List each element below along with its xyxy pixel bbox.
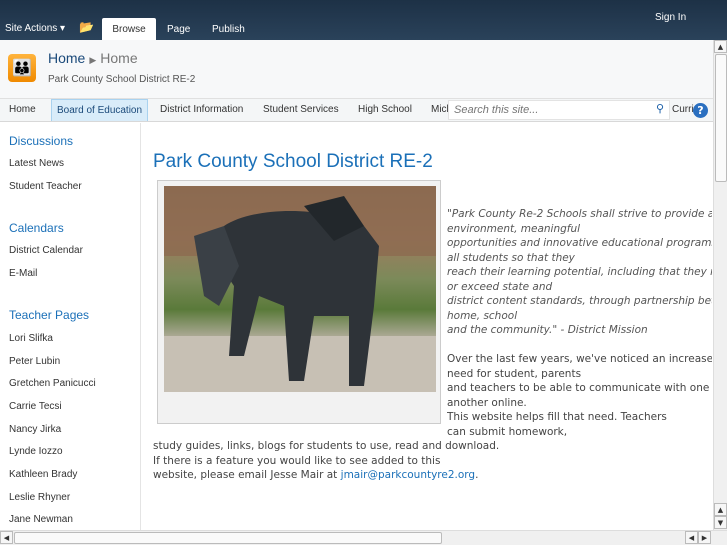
sidebar-item[interactable]: E-Mail <box>9 268 37 279</box>
body-text: Over the last few years, we've noticed a… <box>447 352 712 439</box>
nav-high-school[interactable]: High School <box>353 99 417 121</box>
vertical-scrollbar[interactable]: ▲ ▲ ▼ <box>713 40 727 530</box>
left-sidebar: Discussions Latest News Student Teacher … <box>0 123 141 530</box>
page-title: Park County School District RE-2 <box>153 151 433 172</box>
body-line: Over the last few years, we've noticed a… <box>447 353 712 365</box>
mission-line: reach their learning potential, includin… <box>447 266 712 278</box>
site-name: Park County School District RE-2 <box>48 74 196 85</box>
tab-page[interactable]: Page <box>167 24 190 35</box>
body-text-continued: study guides, links, blogs for students … <box>153 439 653 483</box>
scroll-right-icon[interactable]: ▶ <box>698 531 711 544</box>
district-mission-quote: "Park County Re-2 Schools shall strive t… <box>447 207 712 338</box>
sidebar-item[interactable]: Jane Newman <box>9 514 73 525</box>
sidebar-heading-teacher-pages[interactable]: Teacher Pages <box>9 308 89 322</box>
search-input[interactable] <box>448 100 670 120</box>
site-actions-label: Site Actions <box>5 23 58 34</box>
contact-line: website, please email Jesse Mair at jmai… <box>153 468 653 483</box>
sidebar-item[interactable]: Lynde Iozzo <box>9 446 63 457</box>
breadcrumb-home[interactable]: Home <box>48 50 85 66</box>
sidebar-item[interactable]: Carrie Tecsi <box>9 401 62 412</box>
scroll-left-icon[interactable]: ◀ <box>685 531 698 544</box>
sign-in-link[interactable]: Sign In <box>655 12 686 23</box>
mission-line: opportunities and innovative educational… <box>447 237 712 249</box>
body-line: can submit homework, <box>447 425 568 438</box>
body-line: another online. <box>447 396 527 409</box>
nav-student-services[interactable]: Student Services <box>258 99 344 121</box>
site-actions-menu[interactable]: Site Actions ▾ <box>5 23 65 34</box>
sidebar-item[interactable]: Leslie Rhyner <box>9 492 70 503</box>
site-logo-icon[interactable]: 👪 <box>8 54 36 82</box>
breadcrumb-current: Home <box>100 50 138 66</box>
site-header <box>0 40 713 98</box>
help-icon[interactable]: ? <box>693 103 708 118</box>
tab-publish[interactable]: Publish <box>212 24 245 35</box>
breadcrumb: Home ▶ Home <box>48 50 138 66</box>
scroll-up-icon[interactable]: ▲ <box>714 40 727 53</box>
sidebar-item[interactable]: Latest News <box>9 158 64 169</box>
body-line: study guides, links, blogs for students … <box>153 440 500 452</box>
sidebar-item[interactable]: Gretchen Panicucci <box>9 378 96 389</box>
horizontal-scroll-thumb[interactable] <box>14 532 442 544</box>
sidebar-item[interactable]: Peter Lubin <box>9 356 60 367</box>
search-icon[interactable]: ⚲ <box>656 102 664 115</box>
nav-board-of-education[interactable]: Board of Education <box>51 99 149 121</box>
body-line: This website helps fill that need. Teach… <box>447 411 667 423</box>
nav-district-information[interactable]: District Information <box>155 99 248 121</box>
sidebar-item[interactable]: Student Teacher <box>9 181 82 192</box>
nav-home[interactable]: Home <box>4 99 41 121</box>
sidebar-item[interactable]: Nancy Jirka <box>9 424 61 435</box>
mission-line: and the community." - District Mission <box>447 324 648 336</box>
mission-line: all students so that they <box>447 251 575 264</box>
vertical-scroll-thumb[interactable] <box>715 54 727 182</box>
donkey-statue-illustration <box>164 186 436 392</box>
mission-line: environment, meaningful <box>447 222 581 235</box>
body-line: If there is a feature you would like to … <box>153 454 441 467</box>
horizontal-scrollbar[interactable]: ◀ ◀ ▶ <box>0 530 727 545</box>
ribbon-bar: Site Actions ▾ 📂 Browse Page Publish Sig… <box>0 0 727 41</box>
contact-suffix: . <box>475 469 479 481</box>
scroll-up-icon[interactable]: ▲ <box>714 503 727 516</box>
mission-line: or exceed state and <box>447 280 553 293</box>
mission-line: home, school <box>447 309 518 322</box>
sidebar-heading-discussions[interactable]: Discussions <box>9 134 73 148</box>
breadcrumb-arrow-icon: ▶ <box>89 55 97 65</box>
mission-line: district content standards, through part… <box>447 295 712 307</box>
sidebar-item[interactable]: District Calendar <box>9 245 83 256</box>
email-link[interactable]: jmair@parkcountyre2.org <box>341 469 475 481</box>
sidebar-item[interactable]: Lori Slifka <box>9 333 53 344</box>
scroll-left-icon[interactable]: ◀ <box>0 531 13 544</box>
mission-line: "Park County Re-2 Schools shall strive t… <box>447 208 712 220</box>
body-line: and teachers to be able to communicate w… <box>447 382 710 394</box>
donkey-statue-photo <box>164 186 436 392</box>
contact-prefix: website, please email Jesse Mair at <box>153 469 341 481</box>
scroll-down-icon[interactable]: ▼ <box>714 516 727 529</box>
sidebar-item[interactable]: Kathleen Brady <box>9 469 77 480</box>
navigate-up-icon[interactable]: 📂 <box>79 20 94 34</box>
tab-browse[interactable]: Browse <box>102 18 156 41</box>
body-line: need for student, parents <box>447 367 582 380</box>
sidebar-heading-calendars[interactable]: Calendars <box>9 221 64 235</box>
